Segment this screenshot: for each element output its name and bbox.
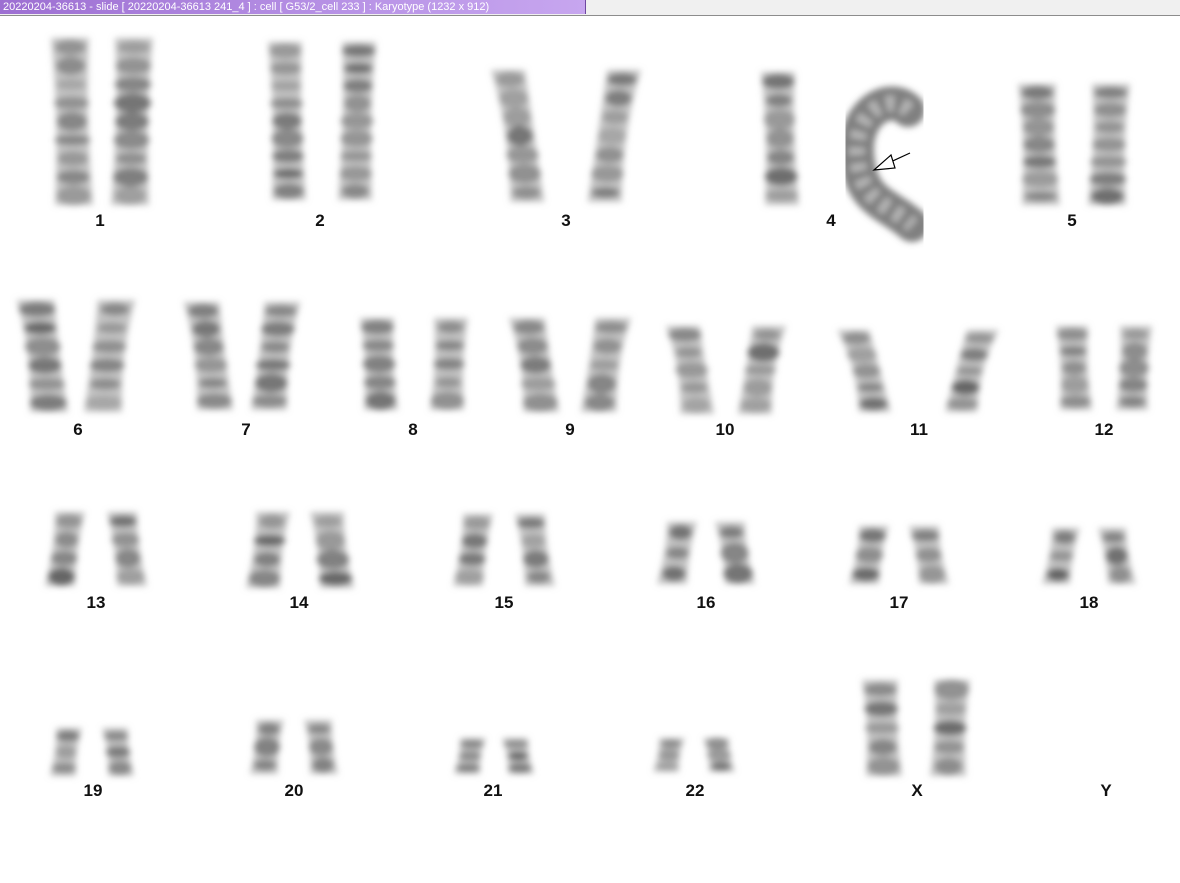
chromosome-label-7: 7	[241, 420, 250, 439]
chromosome-label-20: 20	[285, 781, 304, 800]
chromosome-pair-21	[454, 738, 534, 774]
chromosome-pair-1	[51, 38, 153, 206]
chromosome-pair-14	[246, 512, 354, 588]
chromosome-pair-12	[1056, 326, 1152, 410]
chromosome-label-2: 2	[315, 211, 324, 230]
chromosome-label-17: 17	[890, 593, 909, 612]
chromosome-pair-6	[16, 300, 136, 412]
chromosome-label-16: 16	[697, 593, 716, 612]
chromosome-pair-16	[657, 522, 755, 584]
chromosome-label-13: 13	[87, 593, 106, 612]
chromosome-label-8: 8	[408, 420, 417, 439]
chromosome-pair-10	[665, 326, 787, 414]
chromosome-label-14: 14	[290, 593, 309, 612]
chromosome-label-11: 11	[910, 420, 928, 439]
chromosome-label-1: 1	[95, 211, 104, 230]
chromosome-label-y: Y	[1100, 781, 1112, 800]
chromosome-pair-5	[1018, 84, 1130, 205]
chromosome-pair-20	[250, 720, 338, 774]
chromosome-label-5: 5	[1067, 211, 1076, 230]
chromosome-pair-9	[508, 318, 632, 412]
arrow-icon	[872, 152, 911, 171]
chromosome-label-3: 3	[561, 211, 570, 230]
chromosome-pair-7	[183, 302, 301, 410]
chromosome-label-12: 12	[1095, 420, 1114, 439]
chromosome-pair-4	[761, 72, 929, 242]
chromosome-pair-11	[837, 330, 999, 412]
chromosome-pair-22	[653, 737, 735, 772]
karyotype-canvas: 1 2 3 4 56 7 8 9 10 11 1213 14 15 16 17 1819 20 21 22 X Y	[16, 38, 1152, 800]
chromosome-label-6: 6	[73, 420, 82, 439]
chromosome-label-9: 9	[565, 420, 574, 439]
chromosome-pair-19	[50, 728, 134, 776]
chromosome-label-10: 10	[716, 420, 735, 439]
chromosome-pair-17	[849, 526, 949, 584]
chromosome-pair-x	[862, 679, 970, 776]
chromosome-label-4: 4	[826, 211, 836, 230]
chromosome-pair-3	[490, 70, 642, 202]
chromosome-pair-2	[268, 42, 376, 200]
chromosome-label-21: 21	[484, 781, 503, 800]
chromosome-label-19: 19	[84, 781, 103, 800]
chromosome-pair-8	[360, 318, 468, 411]
chromosome-label-18: 18	[1080, 593, 1099, 612]
chromosome-label-22: 22	[686, 781, 705, 800]
chromosome-label-x: X	[911, 781, 923, 800]
chromosome-label-15: 15	[495, 593, 514, 612]
chromosome-pair-18	[1042, 528, 1136, 584]
chromosome-pair-15	[453, 514, 555, 586]
chromosome-pair-13	[45, 512, 147, 586]
